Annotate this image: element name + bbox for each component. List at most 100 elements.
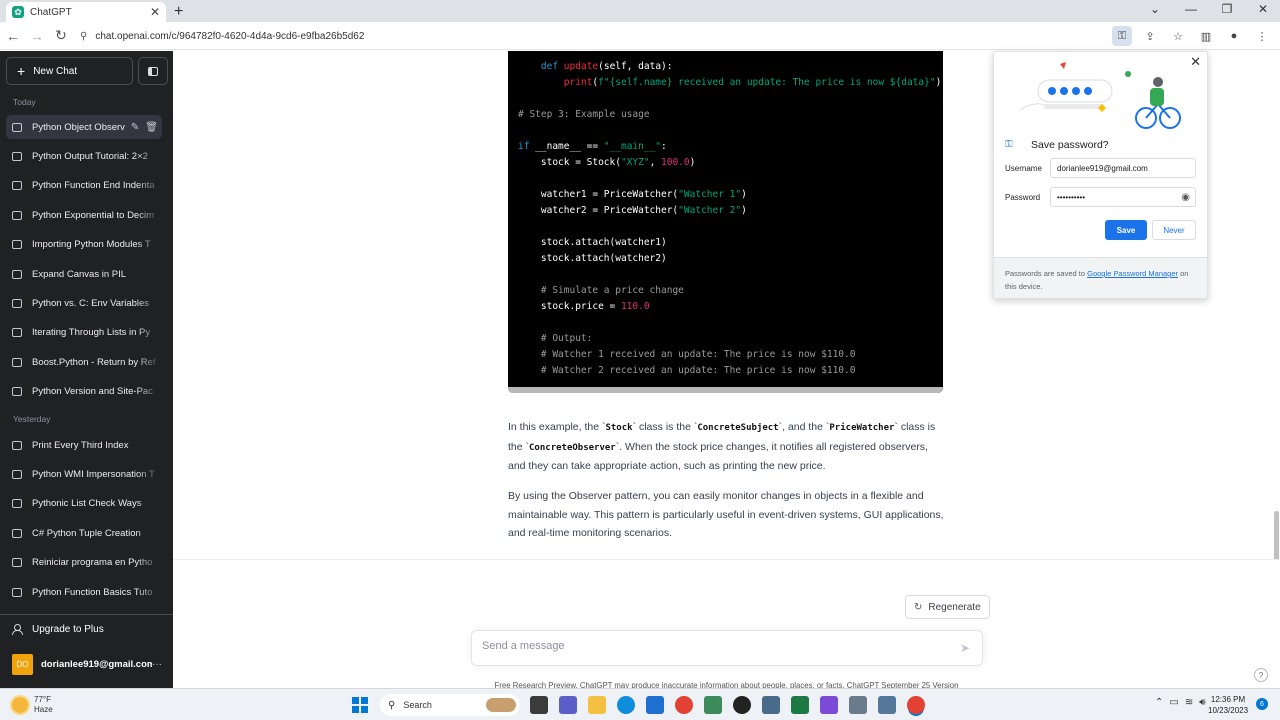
browser-tab[interactable]: ✿ ChatGPT ✕ (6, 2, 166, 22)
code-block: def update(self, data): print(f"{self.na… (508, 51, 943, 393)
temperature: 77°F (34, 695, 51, 704)
trash-icon[interactable]: 🗑︎ (145, 122, 158, 133)
url-text[interactable]: chat.openai.com/c/964782f0-4620-4d4a-9cd… (95, 31, 364, 42)
forward-arrow-icon[interactable]: → (26, 28, 48, 44)
close-window-button[interactable]: ✕ (1256, 2, 1270, 16)
chat-title: Importing Python Modules T (32, 239, 151, 251)
chat-app-icon[interactable] (559, 696, 577, 714)
never-button[interactable]: Never (1152, 220, 1196, 240)
avatar: DO (12, 654, 33, 675)
upgrade-to-plus-button[interactable]: Upgrade to Plus (12, 624, 104, 635)
volume-icon[interactable]: 🔊︎ (1199, 697, 1205, 708)
snipping-tool-icon[interactable] (878, 696, 896, 714)
sidebar-chat-item[interactable]: Iterating Through Lists in Py (6, 321, 162, 345)
minimize-button[interactable]: — (1184, 2, 1198, 16)
new-tab-button[interactable]: + (174, 3, 183, 21)
notepad-icon[interactable] (849, 696, 867, 714)
back-arrow-icon[interactable]: ← (2, 28, 24, 44)
show-password-eye-icon[interactable]: ◉ (1181, 192, 1190, 203)
sidebar-chat-item[interactable]: Python Object Observ ✎ 🗑︎ (6, 115, 162, 139)
tab-close-icon[interactable]: ✕ (150, 5, 160, 19)
clock[interactable]: 12:36 PM 10/23/2023 (1208, 694, 1248, 716)
sidebar-chat-item[interactable]: Print Every Third Index (6, 433, 162, 457)
regenerate-label: Regenerate (928, 601, 981, 613)
browser-menu-icon[interactable]: ⋮ (1252, 26, 1272, 46)
password-field[interactable]: •••••••••• ◉ (1050, 187, 1196, 207)
store-icon[interactable] (646, 696, 664, 714)
password-illustration (1019, 62, 1181, 129)
weather-widget[interactable]: 77°F Haze (12, 695, 53, 715)
windows-start-icon[interactable] (352, 697, 368, 713)
answer-paragraph-1: In this example, the `Stock` class is th… (508, 421, 936, 472)
search-highlight-icon (486, 698, 516, 712)
username-field[interactable]: dorianlee919@gmail.com (1050, 158, 1196, 178)
sidebar-chat-item[interactable]: Python Exponential to Decim (6, 203, 162, 227)
network-icon[interactable]: ▭ (1169, 697, 1178, 708)
chat-bubble-icon (12, 357, 22, 367)
sun-icon (12, 697, 28, 713)
message-input[interactable] (482, 640, 952, 652)
more-options-icon[interactable]: ··· (152, 659, 162, 670)
bookmark-star-icon[interactable]: ☆ (1168, 26, 1188, 46)
sidebar-chat-item[interactable]: Python vs. C: Env Variables (6, 291, 162, 315)
taskbar-search[interactable]: ⚲ Search (380, 694, 520, 716)
browser-tabstrip: ✿ ChatGPT ✕ + ⌄ — ❐ ✕ (0, 0, 1280, 22)
sidebar-chat-item[interactable]: Importing Python Modules T (6, 233, 162, 257)
vscode-icon[interactable] (820, 696, 838, 714)
close-icon[interactable]: ✕ (1190, 54, 1201, 70)
side-panel-icon[interactable]: ▥ (1196, 26, 1216, 46)
save-button[interactable]: Save (1105, 220, 1147, 240)
excel-icon[interactable] (791, 696, 809, 714)
regenerate-button[interactable]: ↻ Regenerate (905, 595, 990, 619)
sidebar-chat-item[interactable]: Python Function End Indenta (6, 174, 162, 198)
password-manager-link[interactable]: Google Password Manager (1087, 269, 1178, 278)
profile-icon[interactable]: ● (1224, 26, 1244, 46)
sidebar-chat-item[interactable]: Reiniciar programa en Pytho (6, 551, 162, 575)
chrome-active-icon[interactable] (907, 696, 925, 714)
python-app-icon[interactable] (704, 696, 722, 714)
site-info-icon[interactable]: ⚲ (80, 31, 87, 42)
chevron-up-icon[interactable]: ⌃ (1155, 697, 1163, 708)
page-scrollbar[interactable] (1272, 51, 1280, 611)
answer-paragraph-2: By using the Observer pattern, you can e… (508, 490, 944, 539)
dialog-footer: Passwords are saved to Google Password M… (994, 257, 1207, 298)
chevron-down-icon[interactable]: ⌄ (1148, 2, 1162, 16)
chat-title: Python WMI Impersonation T (32, 468, 155, 480)
edge-browser-icon[interactable] (617, 696, 635, 714)
chat-bubble-icon (12, 240, 22, 250)
calculator-icon[interactable] (762, 696, 780, 714)
reload-icon[interactable]: ↻ (50, 27, 72, 44)
sidebar-chat-item[interactable]: Python Function Basics Tuto (6, 580, 162, 604)
today-section-label: Today (13, 97, 36, 107)
account-email: dorianlee919@gmail.com (41, 659, 152, 670)
chat-title: Iterating Through Lists in Py (32, 327, 151, 339)
maximize-button[interactable]: ❐ (1220, 2, 1234, 16)
sidebar-chat-item[interactable]: Python WMI Impersonation T (6, 462, 162, 486)
chrome-icon[interactable] (675, 696, 693, 714)
sidebar-chat-item[interactable]: Pythonic List Check Ways (6, 492, 162, 516)
account-menu[interactable]: DO dorianlee919@gmail.com ··· (12, 654, 162, 675)
github-icon[interactable] (733, 696, 751, 714)
new-chat-button[interactable]: + New Chat (6, 57, 133, 85)
edit-pencil-icon[interactable]: ✎ (131, 122, 139, 133)
chat-bubble-icon (12, 298, 22, 308)
sidebar-chat-item[interactable]: Boost.Python - Return by Ref (6, 350, 162, 374)
help-button[interactable]: ? (1254, 668, 1268, 682)
code-horizontal-scrollbar[interactable] (508, 387, 943, 393)
sidebar-chat-item[interactable]: C# Python Tuple Creation (6, 521, 162, 545)
file-explorer-icon[interactable] (588, 696, 606, 714)
sidebar-chat-item[interactable]: Expand Canvas in PIL (6, 262, 162, 286)
share-icon[interactable]: ⇪ (1140, 26, 1160, 46)
notification-badge[interactable]: 6 (1256, 698, 1268, 710)
password-key-icon[interactable]: ⚿ (1112, 26, 1132, 46)
chat-bubble-icon (12, 499, 22, 509)
chat-bubble-icon (12, 587, 22, 597)
chat-bubble-icon (12, 151, 22, 161)
address-bar[interactable]: ⚲ chat.openai.com/c/964782f0-4620-4d4a-9… (72, 25, 1142, 47)
sidebar-chat-item[interactable]: Python Version and Site-Pac (6, 380, 162, 404)
wifi-icon[interactable]: ≋ (1185, 697, 1193, 708)
sidebar-chat-item[interactable]: Python Output Tutorial: 2×2 (6, 144, 162, 168)
task-view-icon[interactable] (530, 696, 548, 714)
toggle-sidebar-button[interactable] (138, 57, 168, 85)
send-icon[interactable]: ➤ (960, 641, 970, 655)
